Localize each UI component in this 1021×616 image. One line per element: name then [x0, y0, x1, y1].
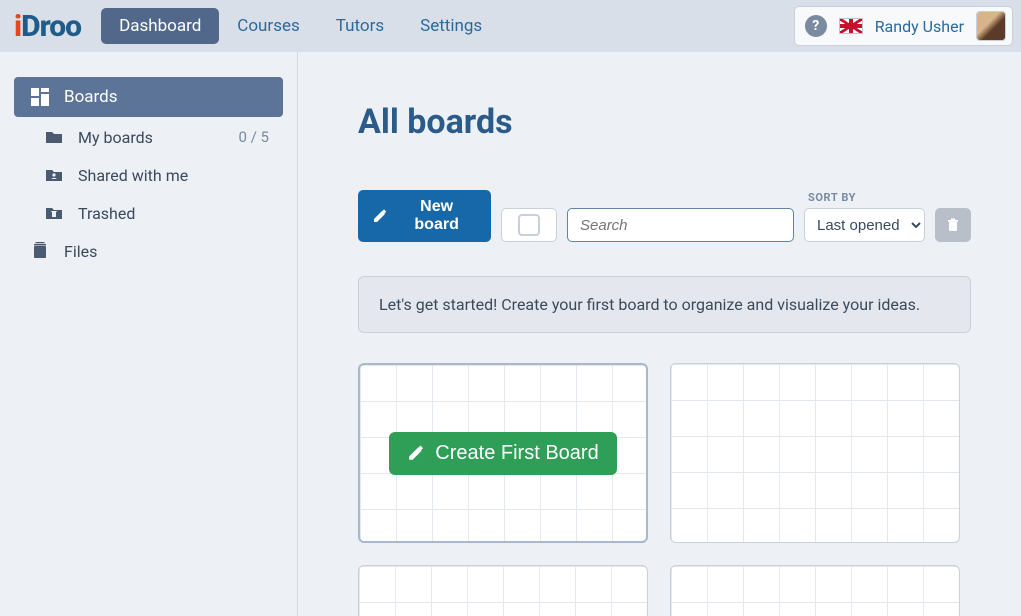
sidebar-trashed-label: Trashed	[78, 204, 269, 223]
dashboard-icon	[30, 87, 50, 107]
board-card-empty[interactable]	[670, 565, 960, 616]
avatar[interactable]	[976, 11, 1006, 41]
sidebar-shared-label: Shared with me	[78, 166, 269, 185]
help-icon[interactable]: ?	[805, 15, 827, 37]
sort-by-label: SORT BY	[804, 191, 971, 204]
logo[interactable]: iDroo	[8, 9, 91, 44]
sidebar-boards-label: Boards	[64, 87, 269, 107]
user-box[interactable]: ? Randy Usher	[794, 6, 1013, 46]
search-input[interactable]	[567, 208, 794, 242]
sidebar-item-shared[interactable]: Shared with me	[14, 157, 283, 193]
user-name: Randy Usher	[875, 17, 964, 36]
trash-button[interactable]	[935, 208, 971, 242]
sort-by-select[interactable]: Last opened	[804, 208, 925, 242]
create-first-board-label: Create First Board	[435, 442, 598, 465]
flag-icon[interactable]	[839, 18, 863, 34]
toolbar: New board SORT BY Last opened	[358, 190, 971, 242]
create-first-board-button[interactable]: Create First Board	[389, 432, 616, 475]
board-card-empty[interactable]	[670, 363, 960, 543]
nav-courses[interactable]: Courses	[219, 8, 317, 44]
sidebar-item-trashed[interactable]: Trashed	[14, 195, 283, 231]
main: All boards New board SORT BY Last opened	[298, 52, 1021, 616]
nav-dashboard[interactable]: Dashboard	[101, 8, 219, 44]
board-card-empty[interactable]	[358, 565, 648, 616]
sidebar-my-boards-count: 0 / 5	[239, 128, 270, 146]
sidebar-my-boards-label: My boards	[78, 128, 239, 147]
folder-icon	[44, 127, 64, 147]
nav-tutors[interactable]: Tutors	[318, 8, 402, 44]
edit-icon	[372, 208, 388, 224]
nav-settings[interactable]: Settings	[402, 8, 500, 44]
edit-icon	[407, 444, 425, 462]
files-icon	[30, 241, 50, 261]
board-grid-row2	[358, 565, 971, 616]
sidebar-item-my-boards[interactable]: My boards 0 / 5	[14, 119, 283, 155]
select-all-toggle[interactable]	[501, 208, 557, 242]
board-grid: Create First Board	[358, 363, 971, 543]
trash-folder-icon	[44, 203, 64, 223]
trash-icon	[945, 217, 961, 233]
getting-started-banner: Let's get started! Create your first boa…	[358, 276, 971, 333]
sidebar-item-boards[interactable]: Boards	[14, 77, 283, 117]
sidebar-files-label: Files	[64, 242, 269, 261]
checkbox-outline-icon	[518, 214, 540, 236]
sidebar-item-files[interactable]: Files	[14, 233, 283, 269]
logo-rest: Droo	[21, 9, 81, 44]
getting-started-text: Let's get started! Create your first boa…	[379, 295, 920, 314]
topbar: iDroo Dashboard Courses Tutors Settings …	[0, 0, 1021, 52]
shared-folder-icon	[44, 165, 64, 185]
sidebar: Boards My boards 0 / 5 Shared with me Tr…	[0, 52, 298, 616]
nav-tabs: Dashboard Courses Tutors Settings	[101, 8, 500, 44]
new-board-label: New board	[396, 198, 477, 234]
new-board-button[interactable]: New board	[358, 190, 491, 242]
create-first-board-card[interactable]: Create First Board	[358, 363, 648, 543]
page-title: All boards	[358, 102, 971, 142]
